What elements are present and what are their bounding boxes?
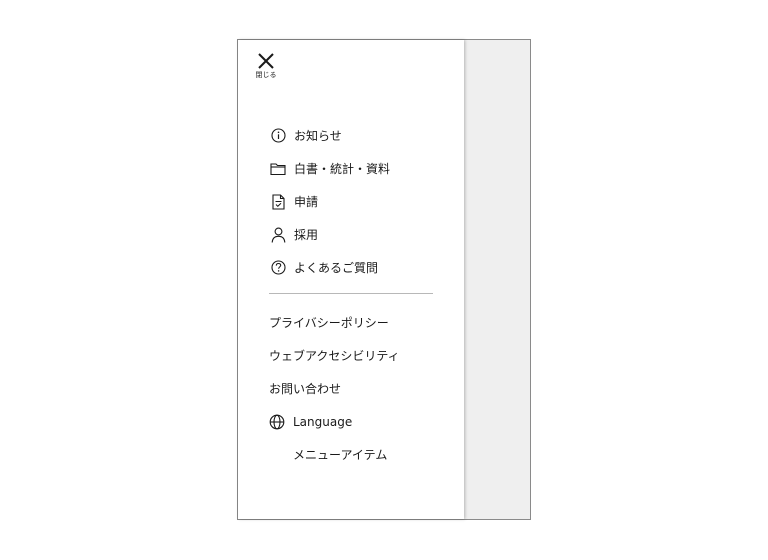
link-label: メニューアイテム: [293, 448, 388, 462]
menu-item-applications[interactable]: 申請: [270, 185, 438, 218]
menu-item-label: 採用: [294, 228, 319, 242]
menu-item-faq[interactable]: よくあるご質問: [270, 251, 438, 284]
question-icon: [270, 260, 286, 276]
menu-item-recruitment[interactable]: 採用: [270, 218, 438, 251]
secondary-menu: プライバシーポリシー ウェブアクセシビリティ お問い合わせ Language メ…: [269, 306, 449, 471]
link-web-accessibility[interactable]: ウェブアクセシビリティ: [269, 339, 449, 372]
link-label: プライバシーポリシー: [269, 316, 389, 330]
close-label: 閉じる: [255, 71, 277, 79]
info-icon: [270, 128, 286, 144]
close-icon: [258, 53, 274, 69]
folder-icon: [270, 161, 286, 177]
globe-icon: [269, 414, 285, 430]
main-menu: お知らせ 白書・統計・資料 申請 採用 よくあるご質問: [270, 119, 438, 284]
link-label: ウェブアクセシビリティ: [269, 349, 400, 363]
link-contact[interactable]: お問い合わせ: [269, 372, 449, 405]
menu-item-label: お知らせ: [294, 129, 342, 143]
menu-divider: [269, 293, 433, 294]
link-privacy-policy[interactable]: プライバシーポリシー: [269, 306, 449, 339]
menu-item-label: 白書・統計・資料: [294, 162, 391, 176]
navigation-drawer: 閉じる お知らせ 白書・統計・資料 申請 採用 よくあるご質問 プライバシーポリ…: [238, 40, 464, 519]
menu-item-label: 申請: [294, 195, 319, 209]
person-icon: [270, 227, 286, 243]
language-menu-item[interactable]: メニューアイテム: [269, 438, 449, 471]
menu-item-news[interactable]: お知らせ: [270, 119, 438, 152]
menu-item-label: よくあるご質問: [294, 261, 379, 275]
language-label: Language: [293, 414, 353, 429]
close-button[interactable]: 閉じる: [252, 52, 280, 82]
document-icon: [270, 193, 286, 210]
menu-item-publications[interactable]: 白書・統計・資料: [270, 152, 438, 185]
link-label: お問い合わせ: [269, 382, 342, 396]
modal-frame: 閉じる お知らせ 白書・統計・資料 申請 採用 よくあるご質問 プライバシーポリ…: [237, 39, 531, 520]
language-selector[interactable]: Language: [269, 405, 449, 438]
